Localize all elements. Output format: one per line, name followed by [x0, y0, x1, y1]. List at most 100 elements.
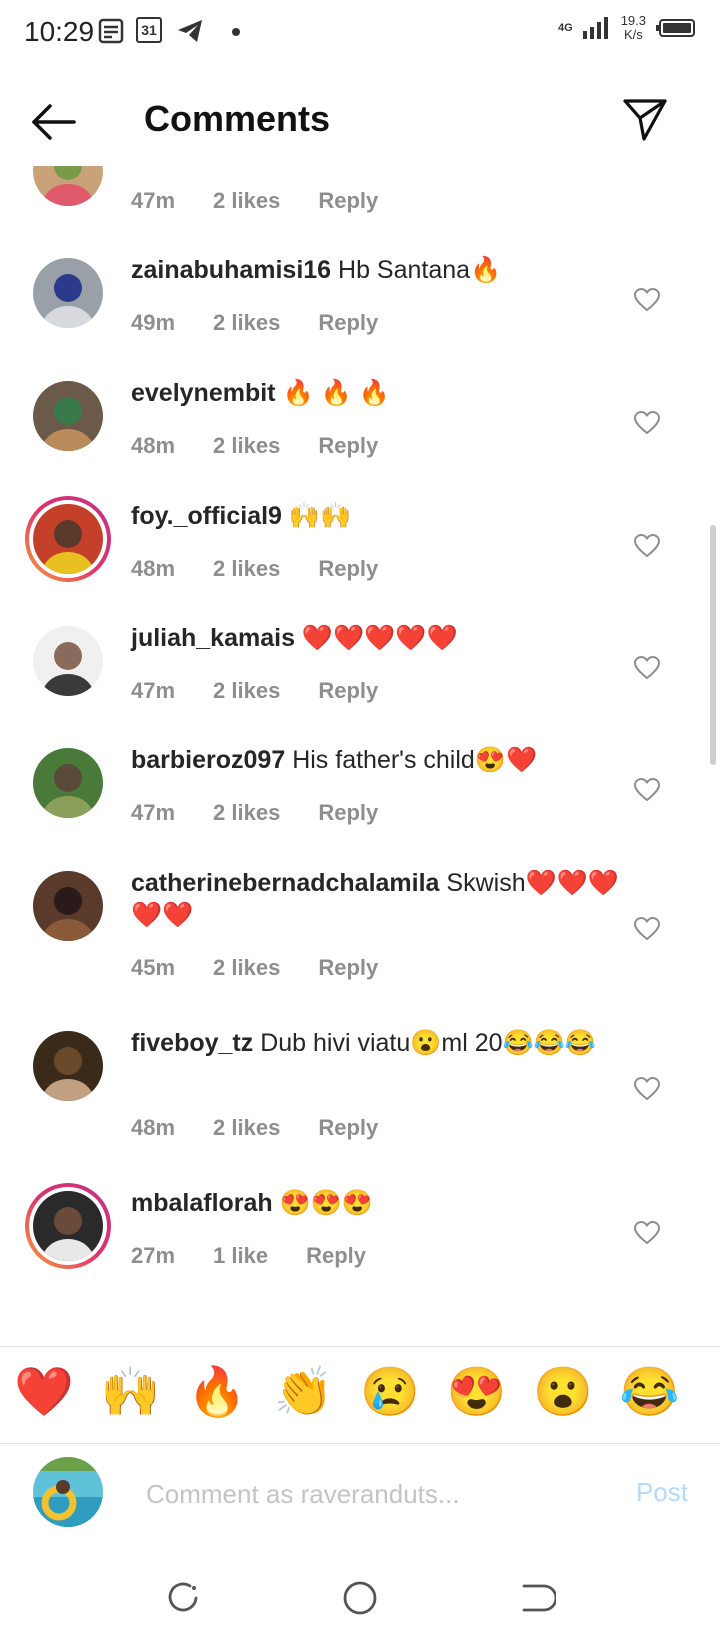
- heart-icon[interactable]: [634, 1077, 660, 1101]
- battery-icon: [656, 19, 695, 37]
- avatar[interactable]: [33, 748, 103, 818]
- current-user-avatar: [33, 1457, 103, 1527]
- comment-username[interactable]: evelynembit: [131, 379, 276, 407]
- comment-row: barbieroz097 His father's child😍❤️ 47m 2 l…: [0, 746, 720, 840]
- comment-text: juliah_kamais ❤️❤️❤️❤️❤️: [131, 622, 621, 654]
- avatar[interactable]: [33, 381, 103, 451]
- comment-body: 🙌🙌: [281, 502, 352, 530]
- tears-of-joy-emoji[interactable]: 😂: [620, 1363, 680, 1423]
- status-time: 10:29: [24, 16, 95, 47]
- comment-row: evelynembit 🔥 🔥 🔥 48m 2 likes Reply: [0, 379, 720, 473]
- avatar[interactable]: [25, 1183, 111, 1269]
- comment-meta: 47m 2 likes Reply: [131, 800, 378, 826]
- comment-likes[interactable]: 2 likes: [213, 188, 280, 214]
- reply-button[interactable]: Reply: [318, 310, 378, 336]
- calendar-icon: 31: [136, 17, 162, 43]
- reply-button[interactable]: Reply: [318, 188, 378, 214]
- notification-dot-icon: [232, 28, 240, 36]
- avatar[interactable]: [33, 871, 103, 941]
- back-arrow-icon[interactable]: [28, 100, 80, 144]
- comment-input[interactable]: [144, 1473, 578, 1515]
- comment-username[interactable]: zainabuhamisi16: [131, 256, 331, 284]
- comment-likes[interactable]: 2 likes: [213, 800, 280, 826]
- heart-icon[interactable]: [634, 656, 660, 680]
- comment-meta: 45m 2 likes Reply: [131, 955, 378, 981]
- heart-icon[interactable]: [634, 411, 660, 435]
- scrollbar[interactable]: [710, 525, 716, 765]
- comment-likes[interactable]: 1 like: [213, 1243, 268, 1269]
- reply-button[interactable]: Reply: [318, 1115, 378, 1141]
- reply-button[interactable]: Reply: [318, 678, 378, 704]
- avatar[interactable]: [33, 166, 103, 206]
- back-nav-icon[interactable]: [516, 1578, 556, 1618]
- comment-likes[interactable]: 2 likes: [213, 310, 280, 336]
- comment-time: 47m: [131, 800, 176, 825]
- comment-list[interactable]: 47m 2 likes Reply zainabuhamisi16 Hb Santan…: [0, 166, 720, 1346]
- reply-button[interactable]: Reply: [318, 433, 378, 459]
- avatar[interactable]: [33, 258, 103, 328]
- comment-body: 🔥 🔥 🔥: [275, 379, 390, 407]
- direct-send-icon[interactable]: [620, 94, 670, 144]
- comment-row: foy._official9 🙌🙌 48m 2 likes Reply: [0, 496, 720, 596]
- crying-face-emoji[interactable]: 😢: [360, 1363, 420, 1423]
- status-right: 4G 19.3 K/s: [558, 14, 696, 42]
- comment-body: ❤️❤️❤️❤️❤️: [294, 624, 458, 652]
- red-heart-emoji[interactable]: ❤️: [14, 1363, 74, 1423]
- reply-button[interactable]: Reply: [318, 955, 378, 981]
- heart-icon[interactable]: [634, 534, 660, 558]
- comment-time: 45m: [131, 955, 176, 980]
- status-bar: 10:29 31 4G 19.3 K/s: [0, 0, 720, 66]
- avatar[interactable]: [33, 1031, 103, 1101]
- avatar[interactable]: [33, 626, 103, 696]
- comment-username[interactable]: barbieroz097: [131, 746, 285, 774]
- recents-icon[interactable]: [164, 1578, 204, 1618]
- reply-button[interactable]: Reply: [306, 1243, 366, 1269]
- comment-row: catherinebernadchalamila Skwish❤️❤️❤️❤️❤…: [0, 869, 720, 995]
- comment-meta: 48m 2 likes Reply: [131, 433, 378, 459]
- heart-icon[interactable]: [634, 288, 660, 312]
- comment-likes[interactable]: 2 likes: [213, 433, 280, 459]
- telegram-icon: [178, 20, 202, 42]
- clapping-hands-emoji[interactable]: 👏: [274, 1363, 334, 1423]
- comment-time: 48m: [131, 1115, 176, 1140]
- comment-row: 47m 2 likes Reply: [0, 166, 720, 228]
- comment-username[interactable]: juliah_kamais: [131, 624, 295, 652]
- network-type: 4G: [558, 21, 573, 34]
- surprised-face-emoji[interactable]: 😮: [533, 1363, 593, 1423]
- network-speed: 19.3 K/s: [620, 13, 646, 42]
- comments-header: Comments: [0, 80, 720, 160]
- heart-icon[interactable]: [634, 1221, 660, 1245]
- emoji-quick-bar: ❤️ 🙌 🔥 👏 😢 😍 😮 😂: [0, 1346, 720, 1444]
- avatar[interactable]: [25, 496, 111, 582]
- comment-username[interactable]: catherinebernadchalamila: [131, 869, 439, 897]
- comment-body: 😍😍😍: [272, 1189, 374, 1217]
- fire-emoji[interactable]: 🔥: [187, 1363, 247, 1423]
- reply-button[interactable]: Reply: [318, 556, 378, 582]
- raised-hands-emoji[interactable]: 🙌: [101, 1363, 161, 1423]
- post-button[interactable]: Post: [636, 1477, 688, 1508]
- heart-icon[interactable]: [634, 917, 660, 941]
- reply-button[interactable]: Reply: [318, 800, 378, 826]
- comment-likes[interactable]: 2 likes: [213, 1115, 280, 1141]
- news-icon: [98, 18, 124, 44]
- comment-meta: 49m 2 likes Reply: [131, 310, 378, 336]
- comment-username[interactable]: mbalaflorah: [131, 1189, 273, 1217]
- comment-text: evelynembit 🔥 🔥 🔥: [131, 377, 621, 409]
- comment-time: 48m: [131, 556, 176, 581]
- comment-body: His father's child😍❤️: [285, 746, 538, 774]
- heart-eyes-emoji[interactable]: 😍: [447, 1363, 507, 1423]
- comment-username[interactable]: foy._official9: [131, 502, 282, 530]
- comment-time: 47m: [131, 188, 176, 213]
- signal-icon: [582, 17, 608, 39]
- comment-meta: 47m 2 likes Reply: [131, 678, 378, 704]
- comment-username[interactable]: fiveboy_tz: [131, 1029, 253, 1057]
- comment-likes[interactable]: 2 likes: [213, 955, 280, 981]
- comment-meta: 47m 2 likes Reply: [131, 188, 378, 214]
- home-icon[interactable]: [340, 1578, 380, 1618]
- comment-row: zainabuhamisi16 Hb Santana🔥 49m 2 likes Rep…: [0, 256, 720, 350]
- comment-text: barbieroz097 His father's child😍❤️: [131, 744, 621, 776]
- comment-likes[interactable]: 2 likes: [213, 556, 280, 582]
- comment-time: 47m: [131, 678, 176, 703]
- comment-likes[interactable]: 2 likes: [213, 678, 280, 704]
- heart-icon[interactable]: [634, 778, 660, 802]
